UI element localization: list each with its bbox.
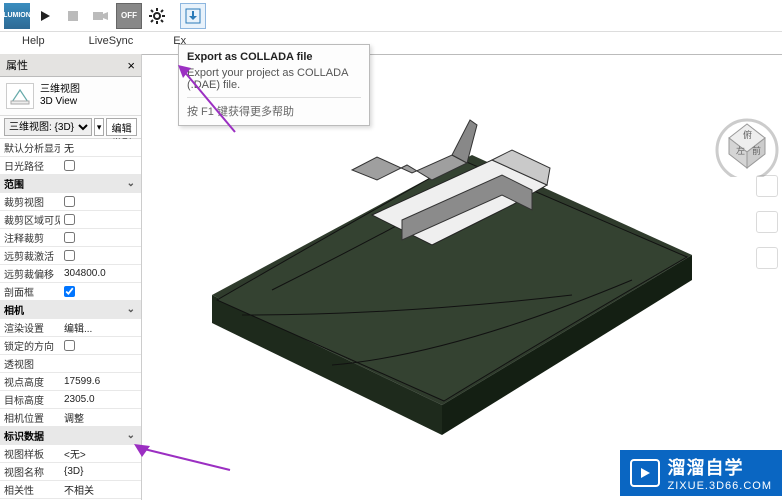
watermark-brand: 溜溜自学 (668, 454, 772, 480)
property-label: 目标高度 (0, 392, 60, 407)
property-checkbox[interactable] (64, 232, 75, 243)
property-row[interactable]: 相机位置调整 (0, 409, 141, 427)
camera-button[interactable] (88, 3, 114, 29)
viewcube[interactable]: 左 前 俯 (712, 107, 782, 177)
nav-steering-icons[interactable] (756, 175, 778, 197)
watermark-domain: ZIXUE.3D66.COM (668, 480, 772, 492)
property-row[interactable]: 视图样板<无> (0, 445, 141, 463)
edit-type-button[interactable]: 编辑类型 (106, 118, 137, 136)
type-text: 三维视图 3D View (40, 84, 80, 108)
svg-text:左: 左 (736, 145, 745, 156)
property-label: 日光路径 (0, 158, 60, 173)
property-label: 视图名称 (0, 464, 60, 479)
nav-pan-icon[interactable] (756, 211, 778, 233)
property-row[interactable]: 远剪裁激活 (0, 247, 141, 265)
property-value[interactable]: 304800.0 (60, 268, 141, 279)
property-label: 裁剪区域可见 (0, 212, 60, 227)
view-type-icon (6, 83, 34, 109)
property-row[interactable]: 视点高度17599.6 (0, 373, 141, 391)
property-label: 相机位置 (0, 410, 60, 425)
menu-help[interactable]: Help (0, 32, 67, 54)
property-value[interactable]: 17599.6 (60, 376, 141, 387)
property-checkbox[interactable] (64, 196, 75, 207)
property-label: 远剪裁偏移 (0, 266, 60, 281)
family-type-row[interactable]: 三维视图 3D View (0, 77, 141, 116)
category-header[interactable]: 范围⌄ (0, 175, 141, 193)
export-tooltip: Export as COLLADA file Export your proje… (178, 44, 370, 126)
watermark: 溜溜自学 ZIXUE.3D66.COM (620, 450, 782, 496)
property-label: 剖面框 (0, 284, 60, 299)
property-checkbox[interactable] (64, 160, 75, 171)
property-row[interactable]: 相关性不相关 (0, 481, 141, 499)
main-toolbar: LUMION OFF (0, 0, 782, 32)
svg-text:俯: 俯 (743, 129, 752, 140)
property-value[interactable]: 编辑... (60, 320, 141, 335)
property-value[interactable]: {3D} (60, 466, 141, 477)
property-label: 视图样板 (0, 446, 60, 461)
tooltip-desc: Export your project as COLLADA (.DAE) fi… (187, 67, 361, 91)
properties-grid[interactable]: 默认分析显示...无日光路径范围⌄裁剪视图裁剪区域可见注释裁剪远剪裁激活远剪裁偏… (0, 139, 141, 500)
svg-text:前: 前 (752, 145, 761, 156)
property-row[interactable]: 裁剪视图 (0, 193, 141, 211)
properties-panel: 属性 × 三维视图 3D View 三维视图: {3D} ▾ 编辑类型 默认分析… (0, 54, 142, 500)
property-checkbox[interactable] (64, 214, 75, 225)
property-row[interactable]: 目标高度2305.0 (0, 391, 141, 409)
property-row[interactable]: 渲染设置编辑... (0, 319, 141, 337)
menubar: Help LiveSync Ex (0, 32, 782, 54)
property-label: 默认分析显示... (0, 140, 60, 155)
view-selector-row: 三维视图: {3D} ▾ 编辑类型 (0, 116, 141, 139)
panel-titlebar: 属性 × (0, 54, 141, 77)
property-checkbox[interactable] (64, 340, 75, 351)
property-row[interactable]: 日光路径 (0, 157, 141, 175)
category-header[interactable]: 相机⌄ (0, 301, 141, 319)
property-row[interactable]: 注释裁剪 (0, 229, 141, 247)
play-button[interactable] (32, 3, 58, 29)
panel-close-button[interactable]: × (127, 60, 135, 71)
property-label: 相关性 (0, 482, 60, 497)
export-collada-button[interactable] (180, 3, 206, 29)
property-row[interactable]: 远剪裁偏移304800.0 (0, 265, 141, 283)
property-row[interactable]: 剖面框 (0, 283, 141, 301)
property-row[interactable]: 默认分析显示...无 (0, 139, 141, 157)
tooltip-hint: 按 F1 键获得更多帮助 (187, 97, 361, 119)
property-row[interactable]: 锁定的方向 (0, 337, 141, 355)
stop-button[interactable] (60, 3, 86, 29)
property-checkbox[interactable] (64, 286, 75, 297)
panel-title-text: 属性 (6, 57, 28, 73)
property-label: 注释裁剪 (0, 230, 60, 245)
property-value[interactable]: 无 (60, 140, 141, 155)
property-row[interactable]: 透视图 (0, 355, 141, 373)
app-logo: LUMION (4, 3, 30, 29)
property-label: 视点高度 (0, 374, 60, 389)
category-header[interactable]: 标识数据⌄ (0, 427, 141, 445)
nav-orbit-icon[interactable] (756, 247, 778, 269)
gear-button[interactable] (144, 3, 170, 29)
watermark-play-icon (630, 459, 660, 487)
filter-button[interactable]: ▾ (94, 118, 104, 136)
view-selector[interactable]: 三维视图: {3D} (4, 118, 92, 136)
property-row[interactable]: 裁剪区域可见 (0, 211, 141, 229)
property-value[interactable]: 调整 (60, 410, 141, 425)
nav-bar (756, 175, 778, 269)
menu-livesync[interactable]: LiveSync (67, 32, 156, 54)
off-button[interactable]: OFF (116, 3, 142, 29)
property-label: 远剪裁激活 (0, 248, 60, 263)
property-label: 裁剪视图 (0, 194, 60, 209)
property-label: 渲染设置 (0, 320, 60, 335)
property-label: 透视图 (0, 356, 60, 371)
property-row[interactable]: 视图名称{3D} (0, 463, 141, 481)
tooltip-title: Export as COLLADA file (187, 51, 361, 63)
property-value[interactable]: 不相关 (60, 482, 141, 497)
property-label: 锁定的方向 (0, 338, 60, 353)
property-value[interactable]: 2305.0 (60, 394, 141, 405)
property-checkbox[interactable] (64, 250, 75, 261)
property-value[interactable]: <无> (60, 446, 141, 461)
